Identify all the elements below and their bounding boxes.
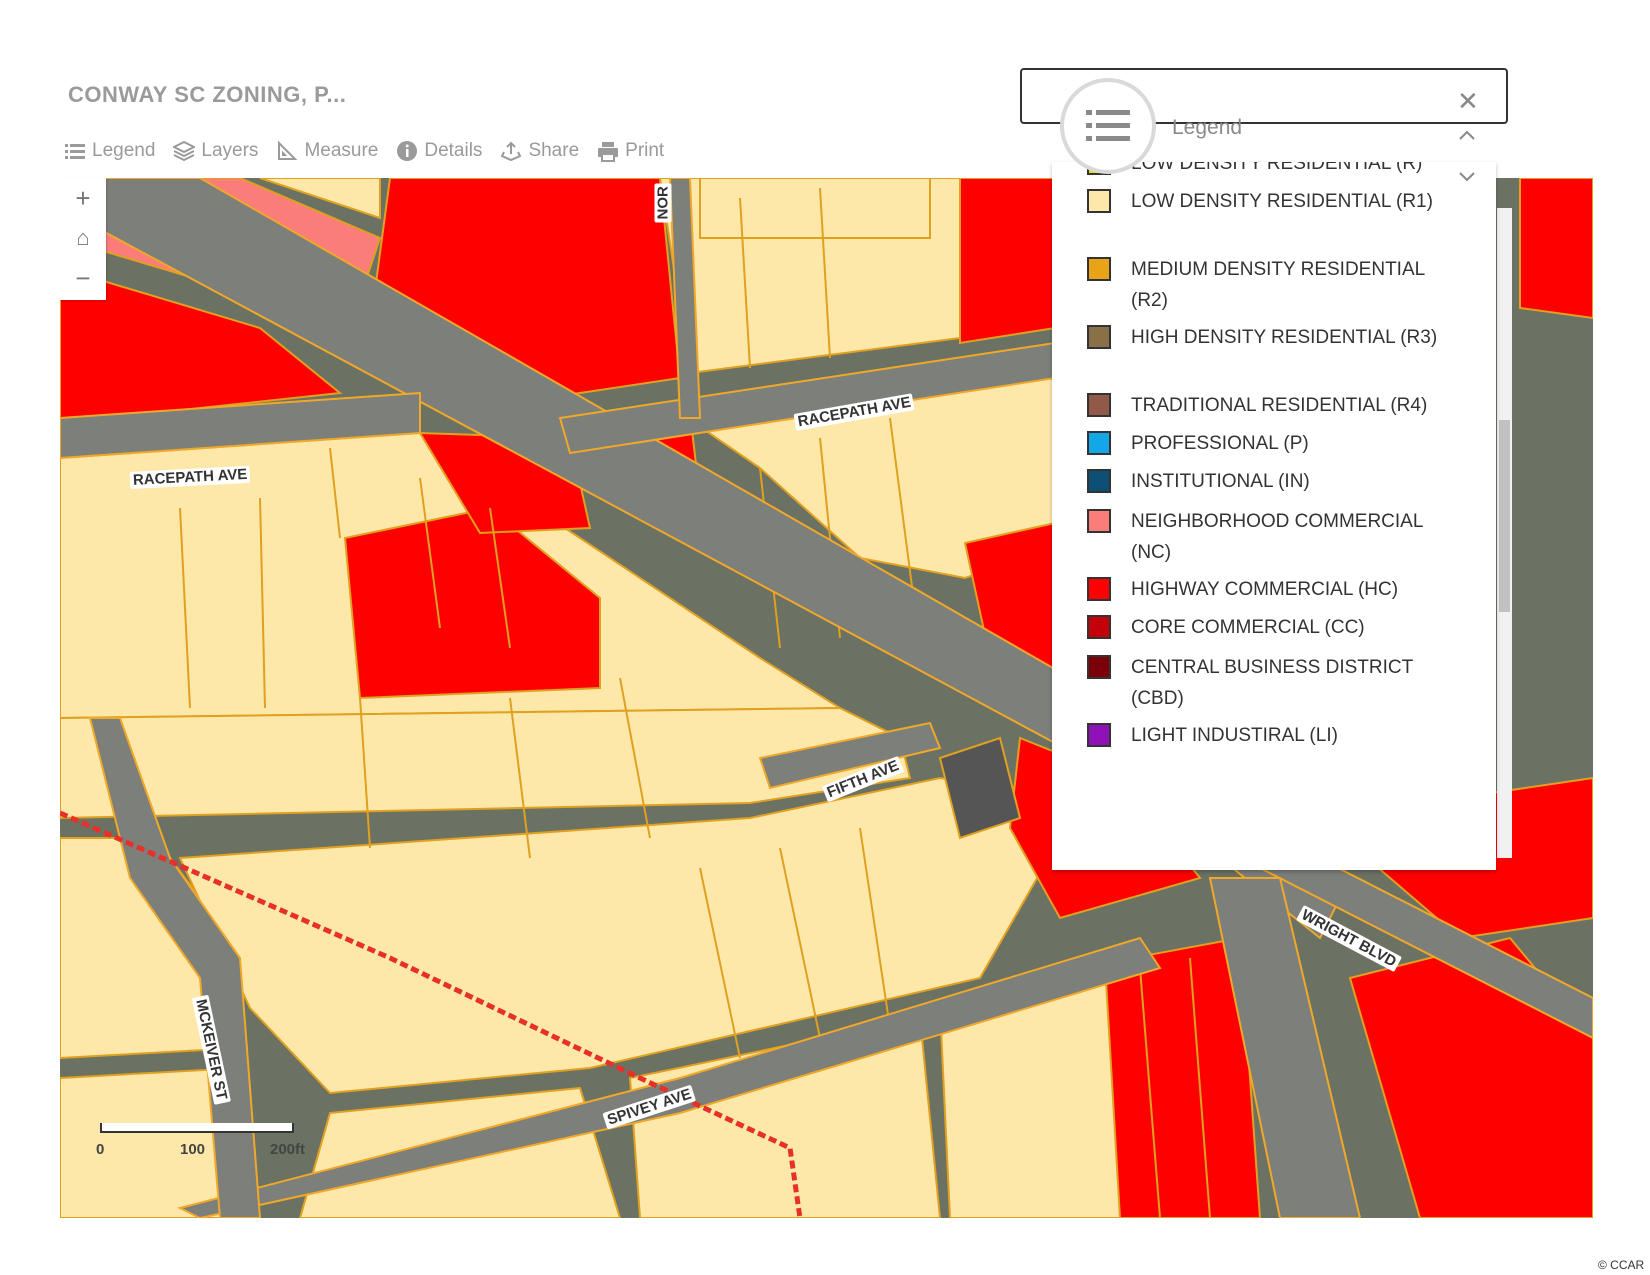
app-title: CONWAY SC ZONING, P...: [68, 82, 347, 107]
scale-label-zero: 0: [96, 1141, 105, 1158]
legend-item: LOW DENSITY RESIDENTIAL (R1): [1087, 186, 1441, 217]
street-label-north: NOR: [654, 183, 672, 223]
layers-icon: [173, 140, 196, 162]
zoom-in-button[interactable]: +: [60, 178, 106, 218]
scale-bar: 0 100 200ft: [96, 1123, 305, 1183]
legend-swatch: [1087, 257, 1111, 281]
print-tool-button[interactable]: Print: [597, 140, 664, 162]
print-tool-label: Print: [625, 140, 665, 161]
legend-item: CENTRAL BUSINESS DISTRICT (CBD): [1087, 652, 1441, 714]
legend-item: HIGHWAY COMMERCIAL (HC): [1087, 574, 1441, 605]
parcel: [699, 178, 931, 239]
legend-label: LIGHT INDUSTIRAL (LI): [1131, 725, 1338, 746]
legend-tool-label: Legend: [92, 140, 156, 161]
close-icon[interactable]: ✕: [1457, 86, 1479, 117]
layers-tool-label: Layers: [201, 140, 259, 161]
scale-label-end: 200ft: [270, 1141, 306, 1158]
legend-label: MEDIUM DENSITY RESIDENTIAL (R2): [1131, 259, 1425, 311]
legend-circle-badge: [1060, 78, 1156, 174]
zoom-out-button[interactable]: −: [60, 258, 106, 298]
legend-item: CORE COMMERCIAL (CC): [1087, 612, 1441, 643]
legend-item: MEDIUM DENSITY RESIDENTIAL (R2): [1087, 254, 1441, 316]
share-tool-button[interactable]: Share: [500, 140, 579, 162]
legend-swatch: [1087, 393, 1111, 417]
measure-tool-button[interactable]: Measure: [276, 140, 378, 162]
parcel: [959, 178, 1056, 345]
list-icon: [1086, 110, 1130, 141]
legend-list: LOW DENSITY RESIDENTIAL (R) LOW DENSITY …: [1052, 162, 1496, 870]
legend-swatch: [1087, 189, 1111, 213]
details-tool-label: Details: [424, 140, 483, 161]
chevron-down-icon[interactable]: [1458, 170, 1476, 188]
legend-swatch: [1087, 325, 1111, 349]
toolbar: Legend Layers Measure Details Share Prin…: [64, 140, 664, 162]
list-icon: [65, 144, 85, 159]
legend-tool-button[interactable]: Legend: [64, 140, 155, 162]
chevron-up-icon[interactable]: [1458, 128, 1476, 146]
legend-item: LIGHT INDUSTIRAL (LI): [1087, 720, 1441, 751]
share-tool-label: Share: [528, 140, 580, 161]
legend-label: TRADITIONAL RESIDENTIAL (R4): [1131, 395, 1428, 416]
printer-icon: [598, 142, 619, 162]
info-icon: [397, 141, 418, 161]
legend-swatch: [1087, 723, 1111, 747]
copyright-credit: © CCAR: [1598, 1258, 1645, 1272]
legend-label: HIGH DENSITY RESIDENTIAL (R3): [1131, 327, 1438, 348]
legend-label: LOW DENSITY RESIDENTIAL (R1): [1131, 191, 1433, 212]
legend-panel: LOW DENSITY RESIDENTIAL (R) LOW DENSITY …: [1020, 58, 1588, 870]
legend-swatch: [1087, 615, 1111, 639]
legend-label-partial: LOW DENSITY RESIDENTIAL (R): [1131, 162, 1423, 174]
ruler-icon: [278, 140, 298, 160]
legend-swatch: [1087, 509, 1111, 533]
legend-item-partial: LOW DENSITY RESIDENTIAL (R): [1087, 162, 1441, 179]
legend-label: NEIGHBORHOOD COMMERCIAL (NC): [1131, 511, 1423, 563]
legend-item: NEIGHBORHOOD COMMERCIAL (NC): [1087, 506, 1441, 568]
legend-item: HIGH DENSITY RESIDENTIAL (R3): [1087, 322, 1441, 353]
legend-swatch: [1087, 469, 1111, 493]
legend-title: Legend: [1172, 116, 1243, 139]
details-tool-button[interactable]: Details: [396, 140, 482, 162]
legend-label: INSTITUTIONAL (IN): [1131, 471, 1310, 492]
home-button[interactable]: ⌂: [60, 218, 106, 258]
legend-label: CORE COMMERCIAL (CC): [1131, 617, 1365, 638]
zoom-controls: + ⌂ −: [60, 178, 106, 300]
legend-swatch: [1087, 655, 1111, 679]
legend-item: PROFESSIONAL (P): [1087, 428, 1441, 459]
scale-label-mid: 100: [180, 1141, 206, 1158]
legend-label: HIGHWAY COMMERCIAL (HC): [1131, 579, 1399, 600]
legend-swatch: [1087, 431, 1111, 455]
legend-item: TRADITIONAL RESIDENTIAL (R4): [1087, 390, 1441, 421]
layers-tool-button[interactable]: Layers: [173, 140, 258, 162]
measure-tool-label: Measure: [304, 140, 379, 161]
legend-item: INSTITUTIONAL (IN): [1087, 466, 1441, 497]
legend-swatch: [1087, 577, 1111, 601]
legend-label: CENTRAL BUSINESS DISTRICT (CBD): [1131, 657, 1413, 709]
scale-bar-line: [100, 1123, 294, 1133]
share-icon: [501, 141, 522, 162]
legend-label: PROFESSIONAL (P): [1131, 433, 1309, 454]
